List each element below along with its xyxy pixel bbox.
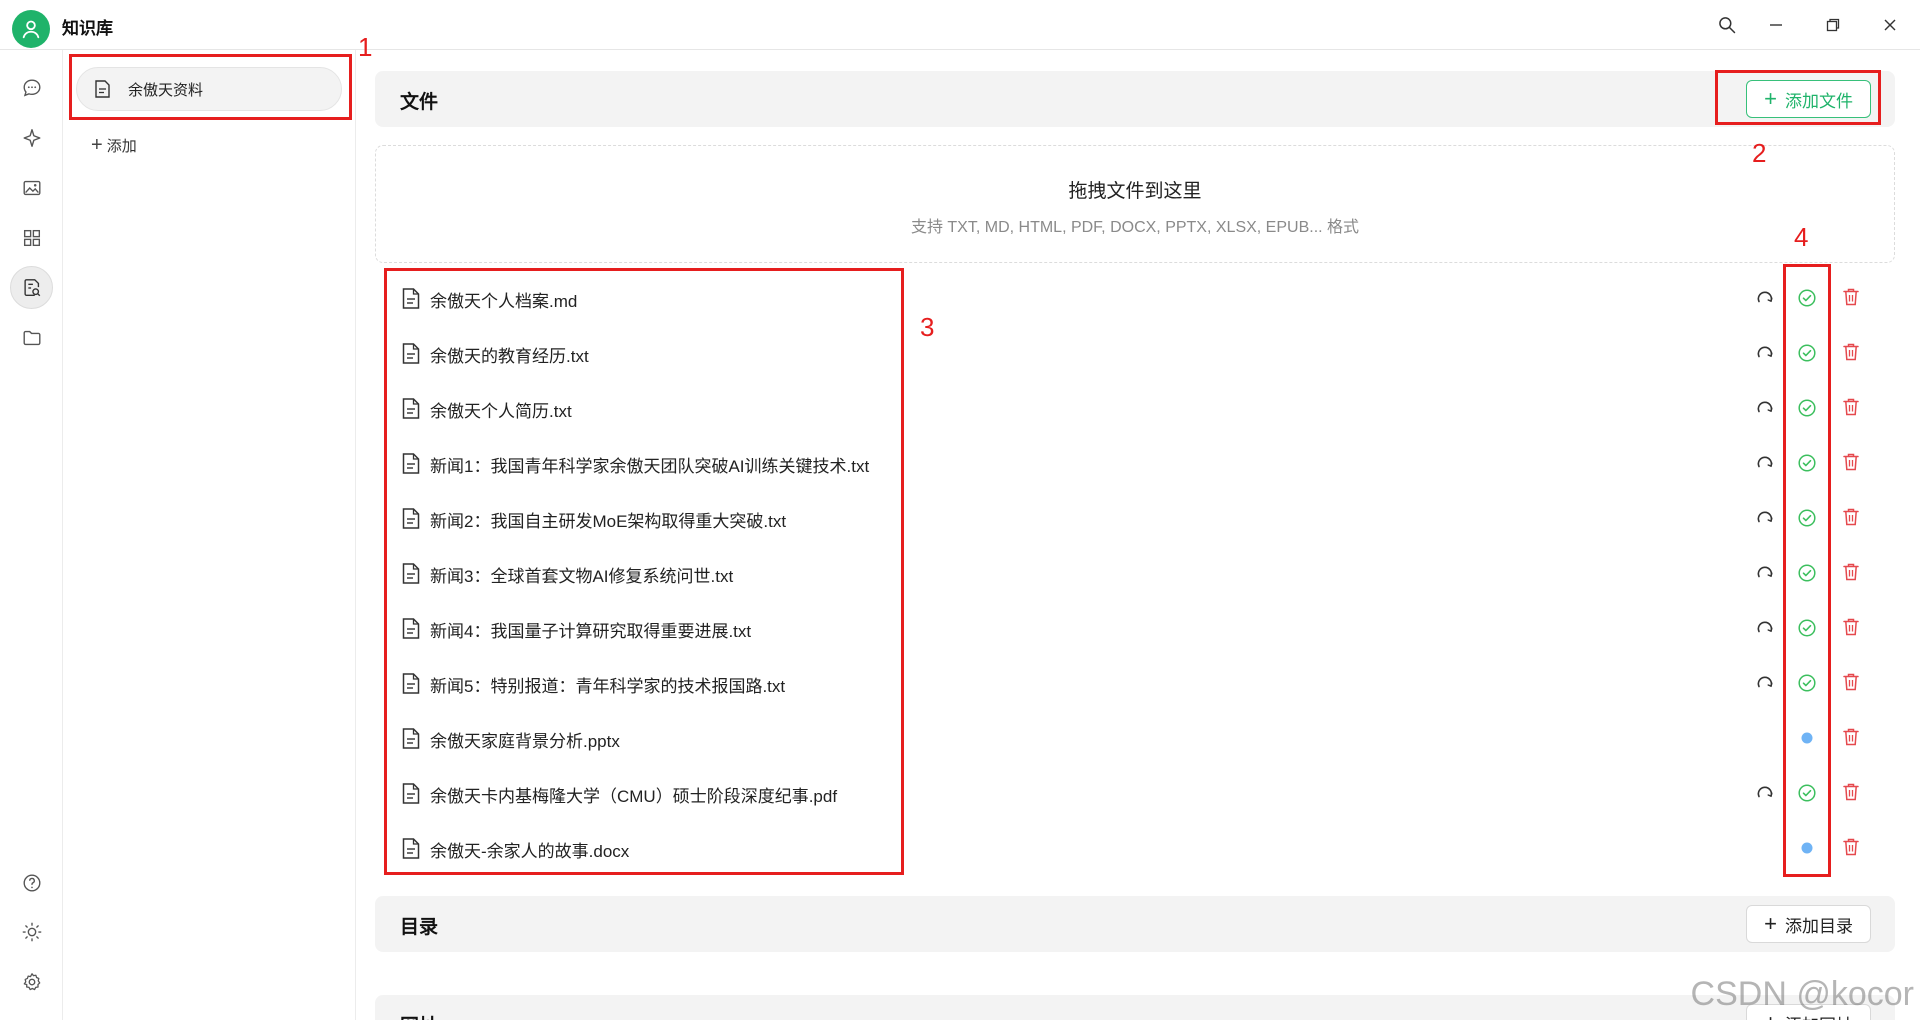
file-dropzone[interactable]: 拖拽文件到这里 支持 TXT, MD, HTML, PDF, DOCX, PPT…: [375, 145, 1895, 263]
files-section-title: 文件: [400, 92, 439, 113]
sparkle-icon[interactable]: [10, 116, 53, 159]
annotation-number-1: 1: [358, 32, 373, 62]
url-section-title: 网址: [400, 1011, 438, 1020]
add-kb-label: 添加: [106, 138, 137, 155]
refresh-icon[interactable]: [1755, 398, 1775, 418]
annotation-box-1: [69, 54, 352, 120]
image-icon[interactable]: [10, 166, 53, 209]
plus-icon: +: [1764, 911, 1777, 936]
user-avatar-icon[interactable]: [12, 10, 50, 48]
refresh-icon[interactable]: [1755, 343, 1775, 363]
refresh-icon[interactable]: [1755, 288, 1775, 308]
dir-section-header: 目录 + 添加目录: [375, 896, 1895, 952]
settings-gear-icon[interactable]: [10, 960, 53, 1003]
delete-icon[interactable]: [1842, 562, 1860, 582]
delete-icon[interactable]: [1842, 727, 1860, 747]
minimize-icon[interactable]: [1759, 10, 1793, 40]
dropzone-title: 拖拽文件到这里: [1068, 181, 1202, 202]
refresh-icon[interactable]: [1755, 508, 1775, 528]
files-section-header: 文件 + 添加文件: [375, 71, 1895, 127]
refresh-icon[interactable]: [1755, 563, 1775, 583]
chat-bubble-icon[interactable]: [10, 66, 53, 109]
close-icon[interactable]: [1873, 10, 1907, 40]
delete-icon[interactable]: [1842, 782, 1860, 802]
folder-icon[interactable]: [10, 316, 53, 359]
apps-grid-icon[interactable]: [10, 216, 53, 259]
delete-icon[interactable]: [1842, 342, 1860, 362]
page-title: 知识库: [62, 19, 113, 38]
nav-rail: [0, 50, 63, 1020]
delete-icon[interactable]: [1842, 507, 1860, 527]
add-dir-label: 添加目录: [1785, 916, 1853, 936]
delete-icon[interactable]: [1842, 397, 1860, 417]
delete-icon[interactable]: [1842, 672, 1860, 692]
refresh-icon[interactable]: [1755, 673, 1775, 693]
theme-sun-icon[interactable]: [10, 910, 53, 953]
knowledge-base-list: 余傲天资料 + 添加: [63, 50, 356, 1020]
delete-icon[interactable]: [1842, 287, 1860, 307]
annotation-number-2: 2: [1752, 138, 1767, 168]
app-window: 知识库 余傲天资料 + 添加 文件 + 添加文件 拖拽文件到这里 支持 TXT,…: [0, 0, 1920, 1020]
search-icon[interactable]: [1710, 10, 1744, 40]
refresh-icon[interactable]: [1755, 783, 1775, 803]
annotation-box-4: [1783, 264, 1831, 877]
refresh-icon[interactable]: [1755, 618, 1775, 638]
restore-icon[interactable]: [1816, 10, 1850, 40]
help-icon[interactable]: [10, 861, 53, 904]
annotation-number-3: 3: [920, 312, 935, 342]
add-dir-button[interactable]: + 添加目录: [1746, 905, 1871, 943]
annotation-box-2: [1715, 70, 1881, 125]
plus-icon: +: [91, 134, 103, 156]
dropzone-hint: 支持 TXT, MD, HTML, PDF, DOCX, PPTX, XLSX,…: [910, 219, 1360, 236]
dir-section-title: 目录: [400, 917, 439, 938]
delete-icon[interactable]: [1842, 837, 1860, 857]
watermark: CSDN @kocor: [1690, 975, 1914, 1013]
annotation-box-3: [384, 268, 904, 875]
annotation-number-4: 4: [1794, 222, 1809, 252]
add-kb-button[interactable]: + 添加: [91, 134, 137, 157]
knowledge-search-icon[interactable]: [10, 266, 53, 309]
delete-icon[interactable]: [1842, 452, 1860, 472]
delete-icon[interactable]: [1842, 617, 1860, 637]
refresh-icon[interactable]: [1755, 453, 1775, 473]
title-bar: 知识库: [0, 0, 1920, 50]
url-section-header: 网址 + 添加网址: [375, 995, 1895, 1020]
